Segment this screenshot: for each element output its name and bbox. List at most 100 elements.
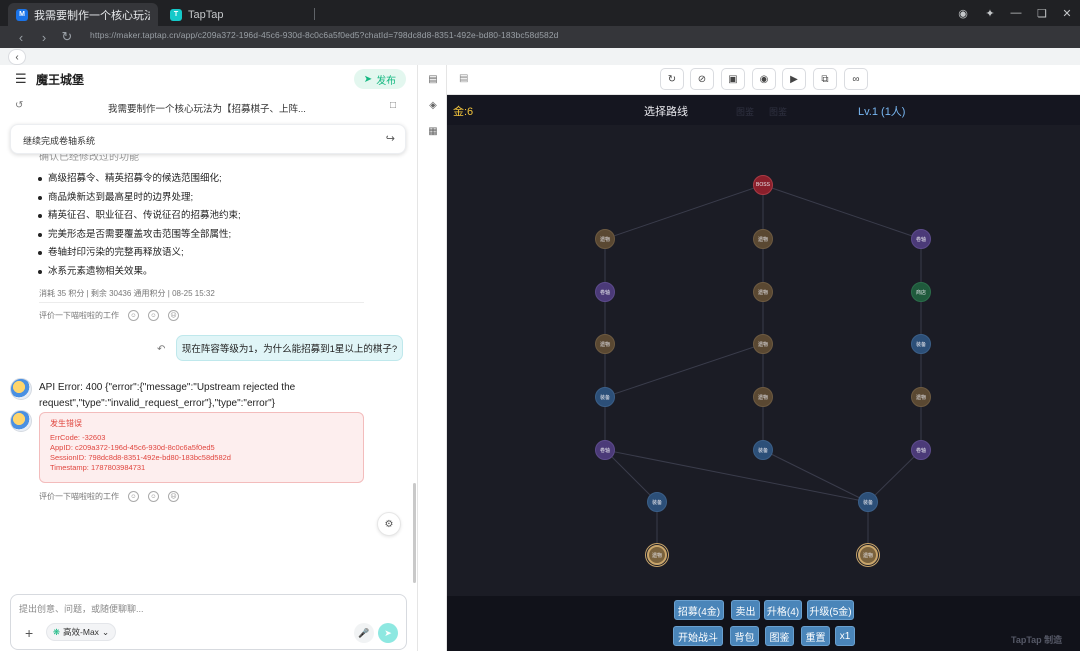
ghost-tab: 图鉴	[769, 107, 788, 117]
node-relic[interactable]: 遗物	[911, 387, 931, 407]
file-icon[interactable]: ▦	[426, 124, 440, 138]
node-scroll[interactable]: 卷轴	[911, 440, 931, 460]
divider	[39, 302, 364, 303]
node-scroll[interactable]: 卷轴	[911, 229, 931, 249]
node-relic[interactable]: 遗物	[753, 229, 773, 249]
publish-button[interactable]: ➤ 发布	[354, 69, 406, 89]
like-icon[interactable]: ☺	[128, 491, 139, 502]
ghost-tab: 图鉴	[736, 107, 755, 117]
video-icon[interactable]: ▶	[782, 68, 806, 90]
recruit-button[interactable]: 招募(4金)	[674, 600, 724, 620]
game-action-bar: 招募(4金) 卖出 升格(4) 升级(5金) 开始战斗 背包 图鉴 重置 x1 …	[447, 596, 1080, 651]
back-arrow-icon[interactable]: ‹	[12, 28, 30, 46]
list-item: 高级招募令、精英招募令的候选范围细化;	[36, 170, 241, 189]
pin-icon[interactable]: ✦	[977, 0, 1003, 26]
node-equip[interactable]: 装备	[911, 334, 931, 354]
node-relic[interactable]: 遗物	[753, 334, 773, 354]
node-start-relic[interactable]: 遗物	[858, 545, 878, 565]
node-equip[interactable]: 装备	[753, 440, 773, 460]
game-header: 金:6 选择路线 图鉴 图鉴 Lv.1 (1人)	[447, 95, 1080, 125]
refresh-icon[interactable]: ↻	[660, 68, 684, 90]
address-bar: ‹ › ↻ https://maker.taptap.cn/app/c209a3…	[0, 26, 1080, 48]
minimize-icon[interactable]: —	[1003, 0, 1029, 26]
partial-text: 确认已经修改过的功能	[39, 154, 139, 163]
node-scroll[interactable]: 卷轴	[595, 440, 615, 460]
chat-input[interactable]	[19, 602, 389, 616]
sparkle-icon: ❋	[52, 626, 61, 637]
conversation-subtitle[interactable]: 我需要制作一个核心玩法为【招募棋子、上阵...	[108, 101, 306, 115]
menu-icon[interactable]: ☰	[15, 71, 27, 87]
speed-button[interactable]: x1	[835, 626, 855, 646]
dislike-icon[interactable]: ☹	[168, 310, 179, 321]
node-equip[interactable]: 装备	[647, 492, 667, 512]
fullscreen-icon[interactable]: ⧉	[813, 68, 837, 90]
close-icon[interactable]: ✕	[1054, 0, 1080, 26]
route-title: 选择路线	[644, 106, 688, 118]
scrollbar[interactable]	[413, 483, 416, 583]
url-text[interactable]: https://maker.taptap.cn/app/c209a372-196…	[90, 30, 559, 40]
forward-arrow-icon[interactable]: ›	[35, 28, 53, 46]
node-scroll[interactable]: 卷轴	[595, 282, 615, 302]
camera-icon[interactable]: ◉	[752, 68, 776, 90]
microphone-icon[interactable]: 🎤	[354, 623, 374, 643]
node-relic[interactable]: 遗物	[595, 229, 615, 249]
node-equip[interactable]: 装备	[595, 387, 615, 407]
list-item: 完美形态是否需要覆盖攻击范围等全部属性;	[36, 226, 241, 245]
suggestion-pill[interactable]: 继续完成卷轴系统 ↪	[10, 124, 406, 154]
start-battle-button[interactable]: 开始战斗	[673, 626, 723, 646]
tab-taptap[interactable]: T TapTap	[162, 3, 312, 26]
reload-icon[interactable]: ↻	[58, 28, 76, 46]
browser-titlebar: M 我需要制作一个核心玩法为【招募 T TapTap ◉ ✦ — ❏ ✕	[0, 0, 1080, 26]
route-edges	[604, 184, 922, 555]
backpack-button[interactable]: 背包	[730, 626, 759, 646]
maximize-icon[interactable]: ❏	[1029, 0, 1055, 26]
chat-panel: ☰ 魔王城堡 ➤ 发布 ↺ 我需要制作一个核心玩法为【招募棋子、上阵... □ …	[0, 65, 417, 651]
node-start-relic[interactable]: 遗物	[647, 545, 667, 565]
drop-icon[interactable]: ◉	[950, 0, 976, 26]
document-icon[interactable]: ▤	[426, 72, 440, 86]
list-item: 卷轴封印污染的完整再释放语义;	[36, 244, 241, 263]
history-icon[interactable]: ↺	[15, 100, 23, 111]
plus-icon[interactable]: +	[25, 625, 33, 641]
node-relic[interactable]: 遗物	[753, 282, 773, 302]
page-title: 魔王城堡	[36, 73, 85, 87]
ascend-button[interactable]: 升格(4)	[764, 600, 802, 620]
error-line: AppID: c209a372-196d-45c6-930d-8c0c6a5f0…	[50, 443, 215, 452]
rate-prompt: 评价一下喵啦啦的工作	[39, 492, 119, 501]
debug-bug-button[interactable]: ⚙	[377, 512, 401, 536]
node-equip[interactable]: 装备	[858, 492, 878, 512]
message-list: 确认已经修改过的功能 高级招募令、精英招募令的候选范围细化; 商品焕新达到最高星…	[0, 154, 417, 594]
codex-button[interactable]: 图鉴	[765, 626, 794, 646]
neutral-icon[interactable]: ☺	[148, 491, 159, 502]
device-icon[interactable]: ▣	[721, 68, 745, 90]
error-line: ErrCode: -32603	[50, 433, 106, 442]
reset-button[interactable]: 重置	[801, 626, 830, 646]
tab-maker[interactable]: M 我需要制作一个核心玩法为【招募	[8, 3, 158, 26]
node-boss[interactable]: BOSS	[753, 175, 773, 195]
dislike-icon[interactable]: ☹	[168, 491, 179, 502]
neutral-icon[interactable]: ☺	[148, 310, 159, 321]
like-icon[interactable]: ☺	[128, 310, 139, 321]
api-error-text: API Error: 400 {"error":{"message":"Upst…	[39, 382, 296, 409]
eye-off-icon[interactable]: ⊘	[690, 68, 714, 90]
node-shop[interactable]: 商店	[911, 282, 931, 302]
model-select[interactable]: ❋ 高效-Max ⌄	[46, 623, 116, 641]
page-back-button[interactable]: ‹	[8, 49, 26, 65]
tool-strip: ▤ ◈ ▦	[417, 65, 447, 651]
layers-icon[interactable]: ◈	[426, 98, 440, 112]
tab-label: 我需要制作一个核心玩法为【招募	[34, 9, 150, 22]
node-relic[interactable]: 遗物	[595, 334, 615, 354]
assistant-avatar	[10, 378, 32, 400]
rate-prompt: 评价一下喵啦啦的工作	[39, 311, 119, 320]
comment-icon[interactable]: □	[390, 100, 396, 111]
error-line: SessionID: 798dc8d8-8351-492e-bd80-183bc…	[50, 453, 231, 462]
assistant-avatar	[10, 410, 32, 432]
node-relic[interactable]: 遗物	[753, 387, 773, 407]
undo-icon[interactable]: ↶	[157, 344, 165, 355]
error-details: ErrCode: -32603 AppID: c209a372-196d-45c…	[50, 433, 231, 473]
share-icon[interactable]: ∞	[844, 68, 868, 90]
send-button[interactable]: ➤	[378, 623, 398, 643]
sell-button[interactable]: 卖出	[731, 600, 760, 620]
upgrade-button[interactable]: 升级(5金)	[807, 600, 854, 620]
panel-toggle-icon[interactable]: ▤	[459, 73, 468, 84]
